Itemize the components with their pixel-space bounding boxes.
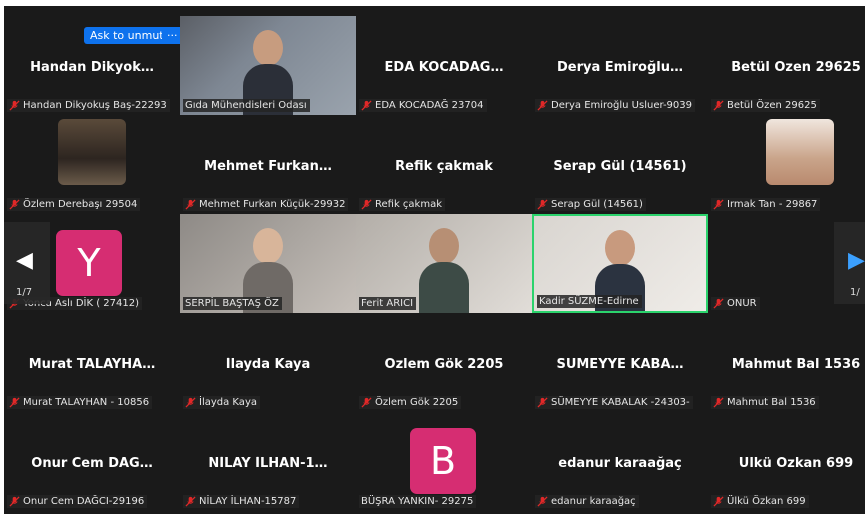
- participant-display-name: edanur karaağaç: [558, 456, 682, 471]
- participant-display-name: Betül Özen 29625: [731, 60, 861, 75]
- participant-name-label: Serap Gül (14561): [535, 198, 646, 211]
- participant-display-name: EDA KOCADAĞ…: [384, 60, 504, 75]
- participant-name-label: ONUR: [711, 297, 760, 310]
- participant-tile-video[interactable]: Gıda Mühendisleri Odası: [180, 16, 356, 115]
- muted-mic-icon: [185, 397, 196, 408]
- participant-video-feed: [419, 228, 469, 313]
- participant-display-name: Refik çakmak: [395, 159, 493, 174]
- participant-name-label: Murat TALAYHAN - 10856: [7, 396, 153, 409]
- participant-tile[interactable]: Irmak Tan - 29867: [708, 115, 865, 214]
- muted-mic-icon: [361, 397, 372, 408]
- participant-name-label: EDA KOCADAĞ 23704: [359, 99, 487, 112]
- participant-tile[interactable]: Refik çakmak Refik çakmak: [356, 115, 532, 214]
- participant-name-label: Ferit ARICI: [359, 297, 417, 310]
- page-indicator: 1/7: [16, 287, 33, 298]
- participant-name-label: Derya Emiroğlu Usluer-9039: [535, 99, 696, 112]
- participant-name-label: BÜŞRA YANKIN- 29275: [359, 495, 477, 508]
- participant-tile[interactable]: Özlem Derebaşı 29504: [4, 115, 180, 214]
- participant-name-label: SÜMEYYE KABALAK -24303-: [535, 396, 693, 409]
- participant-tile[interactable]: Mehmet Furkan… Mehmet Furkan Küçük-29932: [180, 115, 356, 214]
- muted-mic-icon: [185, 496, 196, 507]
- participant-tile[interactable]: Özlem Gök 2205 Özlem Gök 2205: [356, 313, 532, 412]
- participant-tile[interactable]: B BÜŞRA YANKIN- 29275: [356, 412, 532, 511]
- participant-name-label: İlayda Kaya: [183, 396, 260, 409]
- participant-tile-video-active-speaker[interactable]: Kadir SÜZME-Edirne: [532, 214, 708, 313]
- participant-tile-video[interactable]: Ferit ARICI: [356, 214, 532, 313]
- participant-name-label: Refik çakmak: [359, 198, 445, 211]
- muted-mic-icon: [361, 100, 372, 111]
- participant-name-label: Irmak Tan - 29867: [711, 198, 821, 211]
- participant-name-label: Handan Dikyokuş Baş-22293: [7, 99, 170, 112]
- chevron-right-icon: ▶: [848, 248, 865, 273]
- participant-display-name: Handan Dikyok…: [30, 60, 154, 75]
- participant-display-name: Onur Cem DAĞ…: [31, 456, 153, 471]
- muted-mic-icon: [361, 199, 372, 210]
- participant-tile[interactable]: SÜMEYYE KABA… SÜMEYYE KABALAK -24303-: [532, 313, 708, 412]
- participant-tile[interactable]: NİLAY İLHAN-1… NİLAY İLHAN-15787: [180, 412, 356, 511]
- participant-display-name: Derya Emiroğlu…: [556, 60, 684, 75]
- participant-tile-video[interactable]: SERPİL BAŞTAŞ ÖZ: [180, 214, 356, 313]
- muted-mic-icon: [9, 496, 20, 507]
- participant-name-label: edanur karaağaç: [535, 495, 639, 508]
- participant-display-name: İlayda Kaya: [225, 357, 311, 372]
- participant-tile[interactable]: Serap Gül (14561) Serap Gül (14561): [532, 115, 708, 214]
- participant-tile[interactable]: Mahmut Bal 1536 Mahmut Bal 1536: [708, 313, 865, 412]
- participant-name-label: Kadir SÜZME-Edirne: [537, 295, 642, 308]
- previous-page-button[interactable]: ◀ 1/7: [4, 222, 50, 304]
- muted-mic-icon: [537, 199, 548, 210]
- participant-tile[interactable]: Onur Cem DAĞ… Onur Cem DAĞCI-29196: [4, 412, 180, 511]
- chevron-left-icon: ◀: [16, 248, 33, 273]
- participant-name-label: NİLAY İLHAN-15787: [183, 495, 300, 508]
- participant-display-name: Özlem Gök 2205: [384, 357, 504, 372]
- participant-display-name: Serap Gül (14561): [553, 159, 687, 174]
- muted-mic-icon: [713, 199, 724, 210]
- muted-mic-icon: [713, 298, 724, 309]
- participant-tile[interactable]: edanur karaağaç edanur karaağaç: [532, 412, 708, 511]
- participant-name-label: Betül Özen 29625: [711, 99, 820, 112]
- muted-mic-icon: [537, 496, 548, 507]
- muted-mic-icon: [713, 496, 724, 507]
- muted-mic-icon: [9, 199, 20, 210]
- participant-tile[interactable]: EDA KOCADAĞ… EDA KOCADAĞ 23704: [356, 16, 532, 115]
- video-gallery: Handan Dikyok… Handan Dikyokuş Baş-22293…: [4, 6, 865, 514]
- avatar: Y: [56, 230, 122, 296]
- participant-name-label: Ülkü Özkan 699: [711, 495, 809, 508]
- muted-mic-icon: [537, 397, 548, 408]
- participant-tile[interactable]: Ülkü Özkan 699 Ülkü Özkan 699: [708, 412, 865, 511]
- participant-display-name: Mahmut Bal 1536: [731, 357, 861, 372]
- next-page-button[interactable]: ▶ 1/: [834, 222, 865, 304]
- muted-mic-icon: [713, 397, 724, 408]
- participant-tile[interactable]: Betül Özen 29625 Betül Özen 29625: [708, 16, 865, 115]
- participant-name-label: Gıda Mühendisleri Odası: [183, 99, 310, 112]
- participant-name-label: Onur Cem DAĞCI-29196: [7, 495, 148, 508]
- muted-mic-icon: [713, 100, 724, 111]
- participant-name-label: Mahmut Bal 1536: [711, 396, 819, 409]
- muted-mic-icon: [537, 100, 548, 111]
- muted-mic-icon: [9, 397, 20, 408]
- participant-name-label: Özlem Derebaşı 29504: [7, 198, 141, 211]
- participant-display-name: SÜMEYYE KABA…: [556, 357, 684, 372]
- page-indicator: 1/: [850, 287, 860, 298]
- participant-name-label: Özlem Gök 2205: [359, 396, 462, 409]
- participant-display-name: Murat TALAYHA…: [28, 357, 156, 372]
- participant-display-name: Mehmet Furkan…: [204, 159, 332, 174]
- participant-display-name: Ülkü Özkan 699: [738, 456, 854, 471]
- participant-name-label: SERPİL BAŞTAŞ ÖZ: [183, 297, 282, 310]
- participant-tile[interactable]: Derya Emiroğlu… Derya Emiroğlu Usluer-90…: [532, 16, 708, 115]
- avatar: B: [410, 428, 476, 494]
- muted-mic-icon: [9, 100, 20, 111]
- participant-tile[interactable]: İlayda Kaya İlayda Kaya: [180, 313, 356, 412]
- participant-name-label: Mehmet Furkan Küçük-29932: [183, 198, 349, 211]
- profile-photo: [766, 119, 834, 185]
- profile-photo: [58, 119, 126, 185]
- muted-mic-icon: [185, 199, 196, 210]
- participant-tile[interactable]: Murat TALAYHA… Murat TALAYHAN - 10856: [4, 313, 180, 412]
- participant-display-name: NİLAY İLHAN-1…: [208, 456, 328, 471]
